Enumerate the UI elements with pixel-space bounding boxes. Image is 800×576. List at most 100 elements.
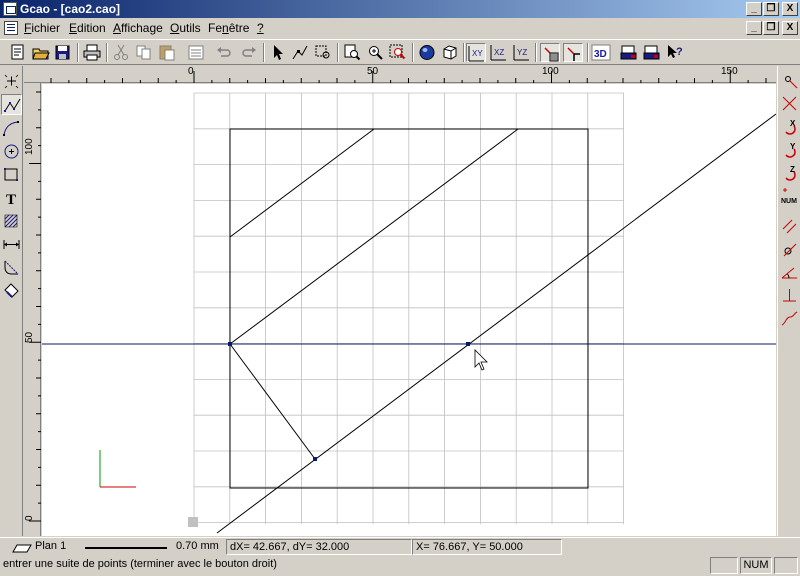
svg-text:Z: Z (790, 165, 795, 174)
fill-icon[interactable] (1, 280, 22, 301)
parallel-icon[interactable] (779, 216, 800, 237)
snap-intersection-icon[interactable] (779, 93, 800, 114)
plane-xz-icon[interactable]: XZ (489, 43, 509, 62)
diagonal-line-1[interactable] (229, 128, 375, 238)
rotate-y-icon[interactable]: Y (779, 140, 800, 161)
undo-icon[interactable] (214, 43, 234, 62)
circle-icon[interactable] (1, 141, 22, 162)
vertex-marker[interactable] (466, 342, 470, 346)
copy-icon[interactable] (134, 43, 154, 62)
svg-text:XZ: XZ (494, 48, 504, 57)
svg-text:XY: XY (472, 49, 483, 58)
zoom-all-icon[interactable] (342, 43, 362, 62)
toolbar-separator (106, 43, 108, 62)
grid-snap-icon[interactable] (540, 43, 560, 62)
gcao-window: Gcao - [cao2.cao] _ ❐ X Fichier Edition … (0, 0, 800, 576)
coordinate-readout: X= 76.667, Y= 50.000 (412, 539, 562, 555)
app-icon[interactable] (3, 2, 17, 16)
paste-icon[interactable] (157, 43, 177, 62)
segment-line[interactable] (229, 343, 316, 460)
zoom-window-icon[interactable] (313, 43, 333, 62)
edit-node-icon[interactable] (290, 43, 310, 62)
origin-marker (188, 517, 198, 527)
plane-xy-icon[interactable]: XY (466, 43, 486, 62)
title-bar[interactable]: Gcao - [cao2.cao] _ ❐ X (0, 0, 800, 18)
line-width-label: 0.70 mm (176, 540, 219, 552)
doc-minimize-button[interactable]: _ (746, 21, 762, 35)
vruler-label-0: 0 (24, 515, 35, 521)
plane-icon (10, 542, 32, 553)
sphere-icon[interactable] (417, 43, 437, 62)
save-icon[interactable] (53, 43, 73, 62)
numeric-entry-icon[interactable]: NUM (779, 186, 800, 207)
rectangle-icon[interactable] (1, 164, 22, 185)
properties-icon[interactable] (186, 43, 206, 62)
menu-outils[interactable]: Outils (170, 21, 201, 35)
menu-bar: Fichier Edition Affichage Outils Fenêtre… (0, 18, 800, 38)
menu-edition[interactable]: Edition (69, 21, 106, 35)
svg-text:YZ: YZ (517, 48, 527, 57)
polyline-icon[interactable] (1, 94, 22, 115)
plane-yz-icon[interactable]: YZ (512, 43, 532, 62)
diagonal-line-3[interactable] (216, 113, 776, 534)
help-pointer-icon[interactable]: ? (665, 43, 685, 62)
print-preview-icon[interactable] (619, 43, 639, 62)
fillet-icon[interactable] (1, 257, 22, 278)
menu-help[interactable]: ? (257, 21, 264, 35)
text-icon[interactable]: T (1, 188, 22, 209)
cube-icon[interactable] (440, 43, 460, 62)
status-panel-empty (710, 557, 738, 574)
hruler-label-50: 50 (367, 66, 379, 77)
svg-text:X: X (790, 119, 796, 128)
cut-icon[interactable] (111, 43, 131, 62)
delta-readout: dX= 42.667, dY= 32.000 (226, 539, 412, 555)
maximize-button[interactable]: ❐ (763, 2, 779, 16)
doc-restore-button[interactable]: ❐ (763, 21, 779, 35)
open-icon[interactable] (31, 43, 51, 62)
rotate-x-icon[interactable]: X (779, 117, 800, 138)
num-lock-indicator: NUM (740, 557, 772, 574)
rotate-z-icon[interactable]: Z (779, 163, 800, 184)
window-title: Gcao - [cao2.cao] (20, 2, 121, 16)
new-icon[interactable] (8, 43, 28, 62)
select-arrow-icon[interactable] (268, 43, 288, 62)
document-icon[interactable] (4, 21, 18, 35)
hatch-icon[interactable] (1, 211, 22, 232)
print-icon[interactable] (82, 43, 102, 62)
tangent-icon[interactable] (779, 239, 800, 260)
vertical-ruler: 100 50 0 (24, 83, 41, 536)
perpendicular-icon[interactable] (779, 285, 800, 306)
snap-point-icon[interactable] (779, 70, 800, 91)
right-tool-palette: X Y Z NUM (777, 66, 800, 536)
view-3d-icon[interactable]: 3D (591, 43, 611, 62)
arc-icon[interactable] (1, 118, 22, 139)
minimize-button[interactable]: _ (746, 2, 762, 16)
vertex-marker[interactable] (228, 342, 232, 346)
menu-fenetre[interactable]: Fenêtre (208, 21, 249, 35)
toolbar-separator (263, 43, 265, 62)
menu-affichage[interactable]: Affichage (113, 21, 163, 35)
hruler-label-150: 150 (721, 66, 738, 77)
dimension-icon[interactable] (1, 234, 22, 255)
line-width-sample (85, 547, 167, 549)
toolbar-separator (337, 43, 339, 62)
redo-icon[interactable] (239, 43, 259, 62)
status-bar-properties: Plan 1 0.70 mm dX= 42.667, dY= 32.000 X=… (0, 537, 800, 555)
vertex-marker[interactable] (313, 457, 317, 461)
doc-close-button[interactable]: X (782, 21, 798, 35)
zoom-in-icon[interactable] (365, 43, 385, 62)
angle-icon[interactable] (779, 262, 800, 283)
zoom-area-icon[interactable] (388, 43, 408, 62)
print-3d-icon[interactable] (642, 43, 662, 62)
point-snap-icon[interactable] (563, 43, 583, 62)
toolbar-separator (463, 43, 465, 62)
drawing-surface[interactable] (42, 84, 776, 536)
hruler-label-100: 100 (542, 66, 559, 77)
point-icon[interactable] (1, 71, 22, 92)
grid (193, 92, 624, 524)
curve-icon[interactable] (779, 309, 800, 330)
menu-fichier[interactable]: Fichier (24, 21, 60, 35)
svg-text:NUM: NUM (781, 198, 797, 205)
drawing-canvas[interactable] (42, 84, 776, 536)
close-button[interactable]: X (782, 2, 798, 16)
